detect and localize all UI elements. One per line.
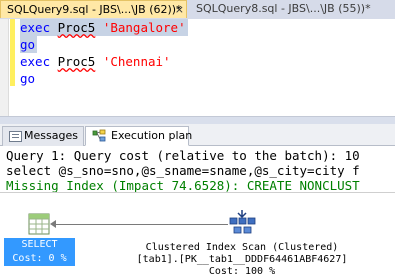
results-tab-strip: Messages Execution plan <box>0 124 395 146</box>
editor-gutter <box>0 19 9 116</box>
pane-splitter[interactable] <box>0 116 395 124</box>
select-operator[interactable]: SELECT Cost: 0 % <box>4 238 75 266</box>
select-operator-icon[interactable] <box>28 213 50 239</box>
tab-sqlquery9[interactable]: SQLQuery9.sql - JBS\...\JB (62))* × <box>0 0 187 18</box>
clustered-index-scan-operator[interactable]: Clustered Index Scan (Clustered) [tab1].[… <box>112 242 372 278</box>
keyword-go: go <box>20 37 36 52</box>
clustered-index-scan-icon[interactable] <box>228 208 258 240</box>
tab-sqlquery9-label: SQLQuery9.sql - JBS\...\JB (62))* <box>7 3 182 16</box>
scan-title: Clustered Index Scan (Clustered) <box>145 242 339 253</box>
procedure-name: Proc5 <box>57 54 96 69</box>
messages-icon <box>9 131 22 142</box>
scan-object: [tab1].[PK__tab1__DDDF64461ABF4627] <box>136 254 348 265</box>
plan-connector-line <box>54 224 228 225</box>
keyword-exec: exec <box>20 20 51 35</box>
plan-separator <box>0 192 395 193</box>
keyword-exec: exec <box>20 54 51 69</box>
tab-sqlquery8-label: SQLQuery8.sql - JBS\...\JB (55))* <box>196 2 371 15</box>
tab-messages-label: Messages <box>24 129 78 142</box>
editor-line-2[interactable]: go <box>20 36 38 53</box>
change-tracking-bar <box>10 19 15 86</box>
tab-execution-plan[interactable]: Execution plan <box>85 126 193 146</box>
select-operator-label: SELECT <box>21 239 58 250</box>
missing-index-hint[interactable]: Missing Index (Impact 74.6528): CREATE N… <box>6 178 360 193</box>
execution-plan-pane: Query 1: Query cost (relative to the bat… <box>0 146 395 280</box>
editor-line-4[interactable]: go <box>20 70 35 87</box>
tab-messages[interactable]: Messages <box>2 126 84 146</box>
select-operator-cost: Cost: 0 % <box>12 253 67 264</box>
query-statement-text: select @s_sno=sno,@s_sname=sname,@s_city… <box>6 163 360 178</box>
keyword-go: go <box>20 71 36 86</box>
plan-arrowhead <box>50 220 56 228</box>
string-literal: 'Bangalore' <box>102 20 186 35</box>
string-literal: 'Chennai' <box>102 54 171 69</box>
scan-cost: Cost: 100 % <box>208 266 276 277</box>
document-tab-strip: SQLQuery9.sql - JBS\...\JB (62))* × SQLQ… <box>0 0 395 19</box>
tab-sqlquery8[interactable]: SQLQuery8.sql - JBS\...\JB (55))* <box>190 0 395 18</box>
close-tab-icon[interactable]: × <box>175 1 184 18</box>
editor-line-3[interactable]: exec Proc5 'Chennai' <box>20 53 171 70</box>
editor-line-1[interactable]: exec Proc5 'Bangalore' <box>20 19 188 36</box>
query-editor[interactable]: exec Proc5 'Bangalore' go exec Proc5 'Ch… <box>0 19 395 116</box>
query-cost-text: Query 1: Query cost (relative to the bat… <box>6 148 360 163</box>
tab-execution-plan-label: Execution plan <box>111 129 193 142</box>
procedure-name: Proc5 <box>57 20 96 35</box>
